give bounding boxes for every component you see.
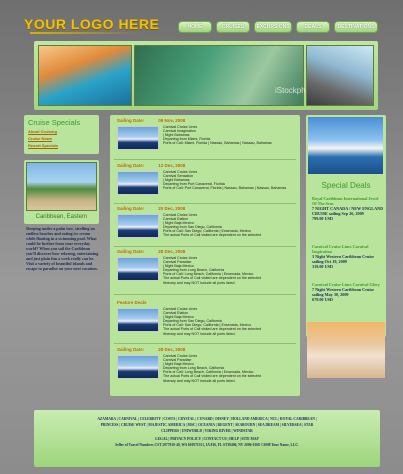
footer-links[interactable]: LEGAL | PRIVACY POLICY | CONTACT US | HE…	[34, 437, 380, 441]
caribbean-description: Sleeping under a palm tree, strolling on…	[26, 226, 99, 271]
cruise-details: Carnival Cruise Lines Carnival Sensation |…	[163, 170, 287, 191]
sailing-date: Sailing Date: 28 Dec, 2008	[117, 347, 186, 352]
divider	[114, 159, 296, 160]
caribbean-beach-photo[interactable]	[26, 162, 97, 211]
special-deals-title: Special Deals	[321, 181, 371, 190]
sailing-date: Sailing Date: 12 Dec, 2008	[117, 163, 186, 168]
banner-photo-pool	[38, 45, 132, 106]
deal-item[interactable]: Royal Caribbean International Jewel Of T…	[312, 196, 384, 221]
sailing-date: Sailing Date: 20 Dec, 2008	[117, 206, 186, 211]
cruise-ship-photo[interactable]	[117, 257, 159, 281]
logo-underline	[30, 32, 140, 34]
beach-girl-photo[interactable]	[307, 322, 385, 378]
cruise-ship-photo[interactable]	[117, 171, 159, 195]
footer: AZAMARA | CARNIVAL | CELEBRITY | COSTA |…	[34, 410, 380, 467]
cruise-ship-photo[interactable]	[308, 117, 383, 174]
sailing-date: Sailing Date: 28 Dec, 2008	[117, 249, 186, 254]
sailing-date: Sailing Date: 09 Nov, 2008	[117, 118, 186, 123]
divider	[114, 203, 296, 204]
feature-deals-title: Feature Deals	[117, 300, 147, 305]
link-cruise-news[interactable]: Cruise News	[28, 136, 52, 141]
divider	[114, 294, 296, 295]
cruise-listings: Sailing Date: 09 Nov, 2008 Carnival Cruis…	[110, 115, 300, 396]
site-logo[interactable]: YOUR LOGO HERE	[24, 16, 159, 32]
cruise-specials-box: Cruise Specials About Cruising Cruise Ne…	[24, 115, 99, 154]
nav-home-button[interactable]: HOME	[178, 21, 212, 33]
caribbean-caption: Caribbean, Eastern	[35, 214, 88, 220]
cruise-ship-photo[interactable]	[117, 126, 159, 150]
divider	[114, 343, 296, 344]
main-nav: HOME CRUISES EXCURSIONS DEALS DESTINATIO…	[178, 21, 378, 33]
footer-legal: Seller of Travel Numbers CST 2077910-40,…	[115, 443, 299, 447]
cruise-details: Carnival Cruise Lines Carnival Paradise | …	[163, 256, 262, 285]
caribbean-box: Caribbean, Eastern	[24, 160, 99, 224]
cruise-ship-photo[interactable]	[117, 214, 159, 238]
cruise-ship-photo[interactable]	[117, 308, 159, 332]
deal-item[interactable]: Carnival Cruise Lines Carnival Inspirati…	[312, 244, 384, 269]
divider	[114, 246, 296, 247]
nav-excursions-button[interactable]: EXCURSIONS	[254, 21, 292, 33]
banner-photo-woman: iStockphoto	[134, 45, 317, 106]
hero-banner: iStockphoto	[34, 41, 378, 110]
cruise-ship-photo[interactable]	[117, 355, 159, 379]
nav-cruises-button[interactable]: CRUISES	[216, 21, 250, 33]
banner-photo-couple	[306, 45, 374, 106]
nav-destinations-button[interactable]: DESTINATIONS	[334, 21, 378, 33]
footer-cruise-lines[interactable]: PRINCESS | CRUISE WEST | MAJESTIC AMERIC…	[34, 423, 380, 427]
link-resort-specials[interactable]: Resort Specials	[28, 143, 58, 148]
footer-cruise-lines[interactable]: AZAMARA | CARNIVAL | CELEBRITY | COSTA |…	[34, 417, 380, 421]
nav-deals-button[interactable]: DEALS	[296, 21, 330, 33]
deal-item[interactable]: Carnival Cruise Lines Carnival Glory 7 Ni…	[312, 282, 384, 302]
cruise-details: Carnival Cruise Lines Carnival Elation | N…	[163, 307, 262, 336]
link-about-cruising[interactable]: About Cruising	[28, 129, 57, 134]
cruise-details: Carnival Cruise Lines Carnival Imaginatio…	[163, 125, 272, 146]
cruise-details: Carnival Cruise Lines Carnival Paradise | …	[163, 354, 262, 383]
cruise-details: Carnival Cruise Lines Carnival Elation | N…	[163, 213, 262, 238]
special-deals-box: Special Deals Royal Caribbean Internatio…	[306, 115, 386, 337]
cruise-specials-title: Cruise Specials	[28, 118, 81, 127]
footer-cruise-lines[interactable]: CLIPPERS | UNIWORLD | VIKING RIVER | WIN…	[34, 429, 380, 433]
